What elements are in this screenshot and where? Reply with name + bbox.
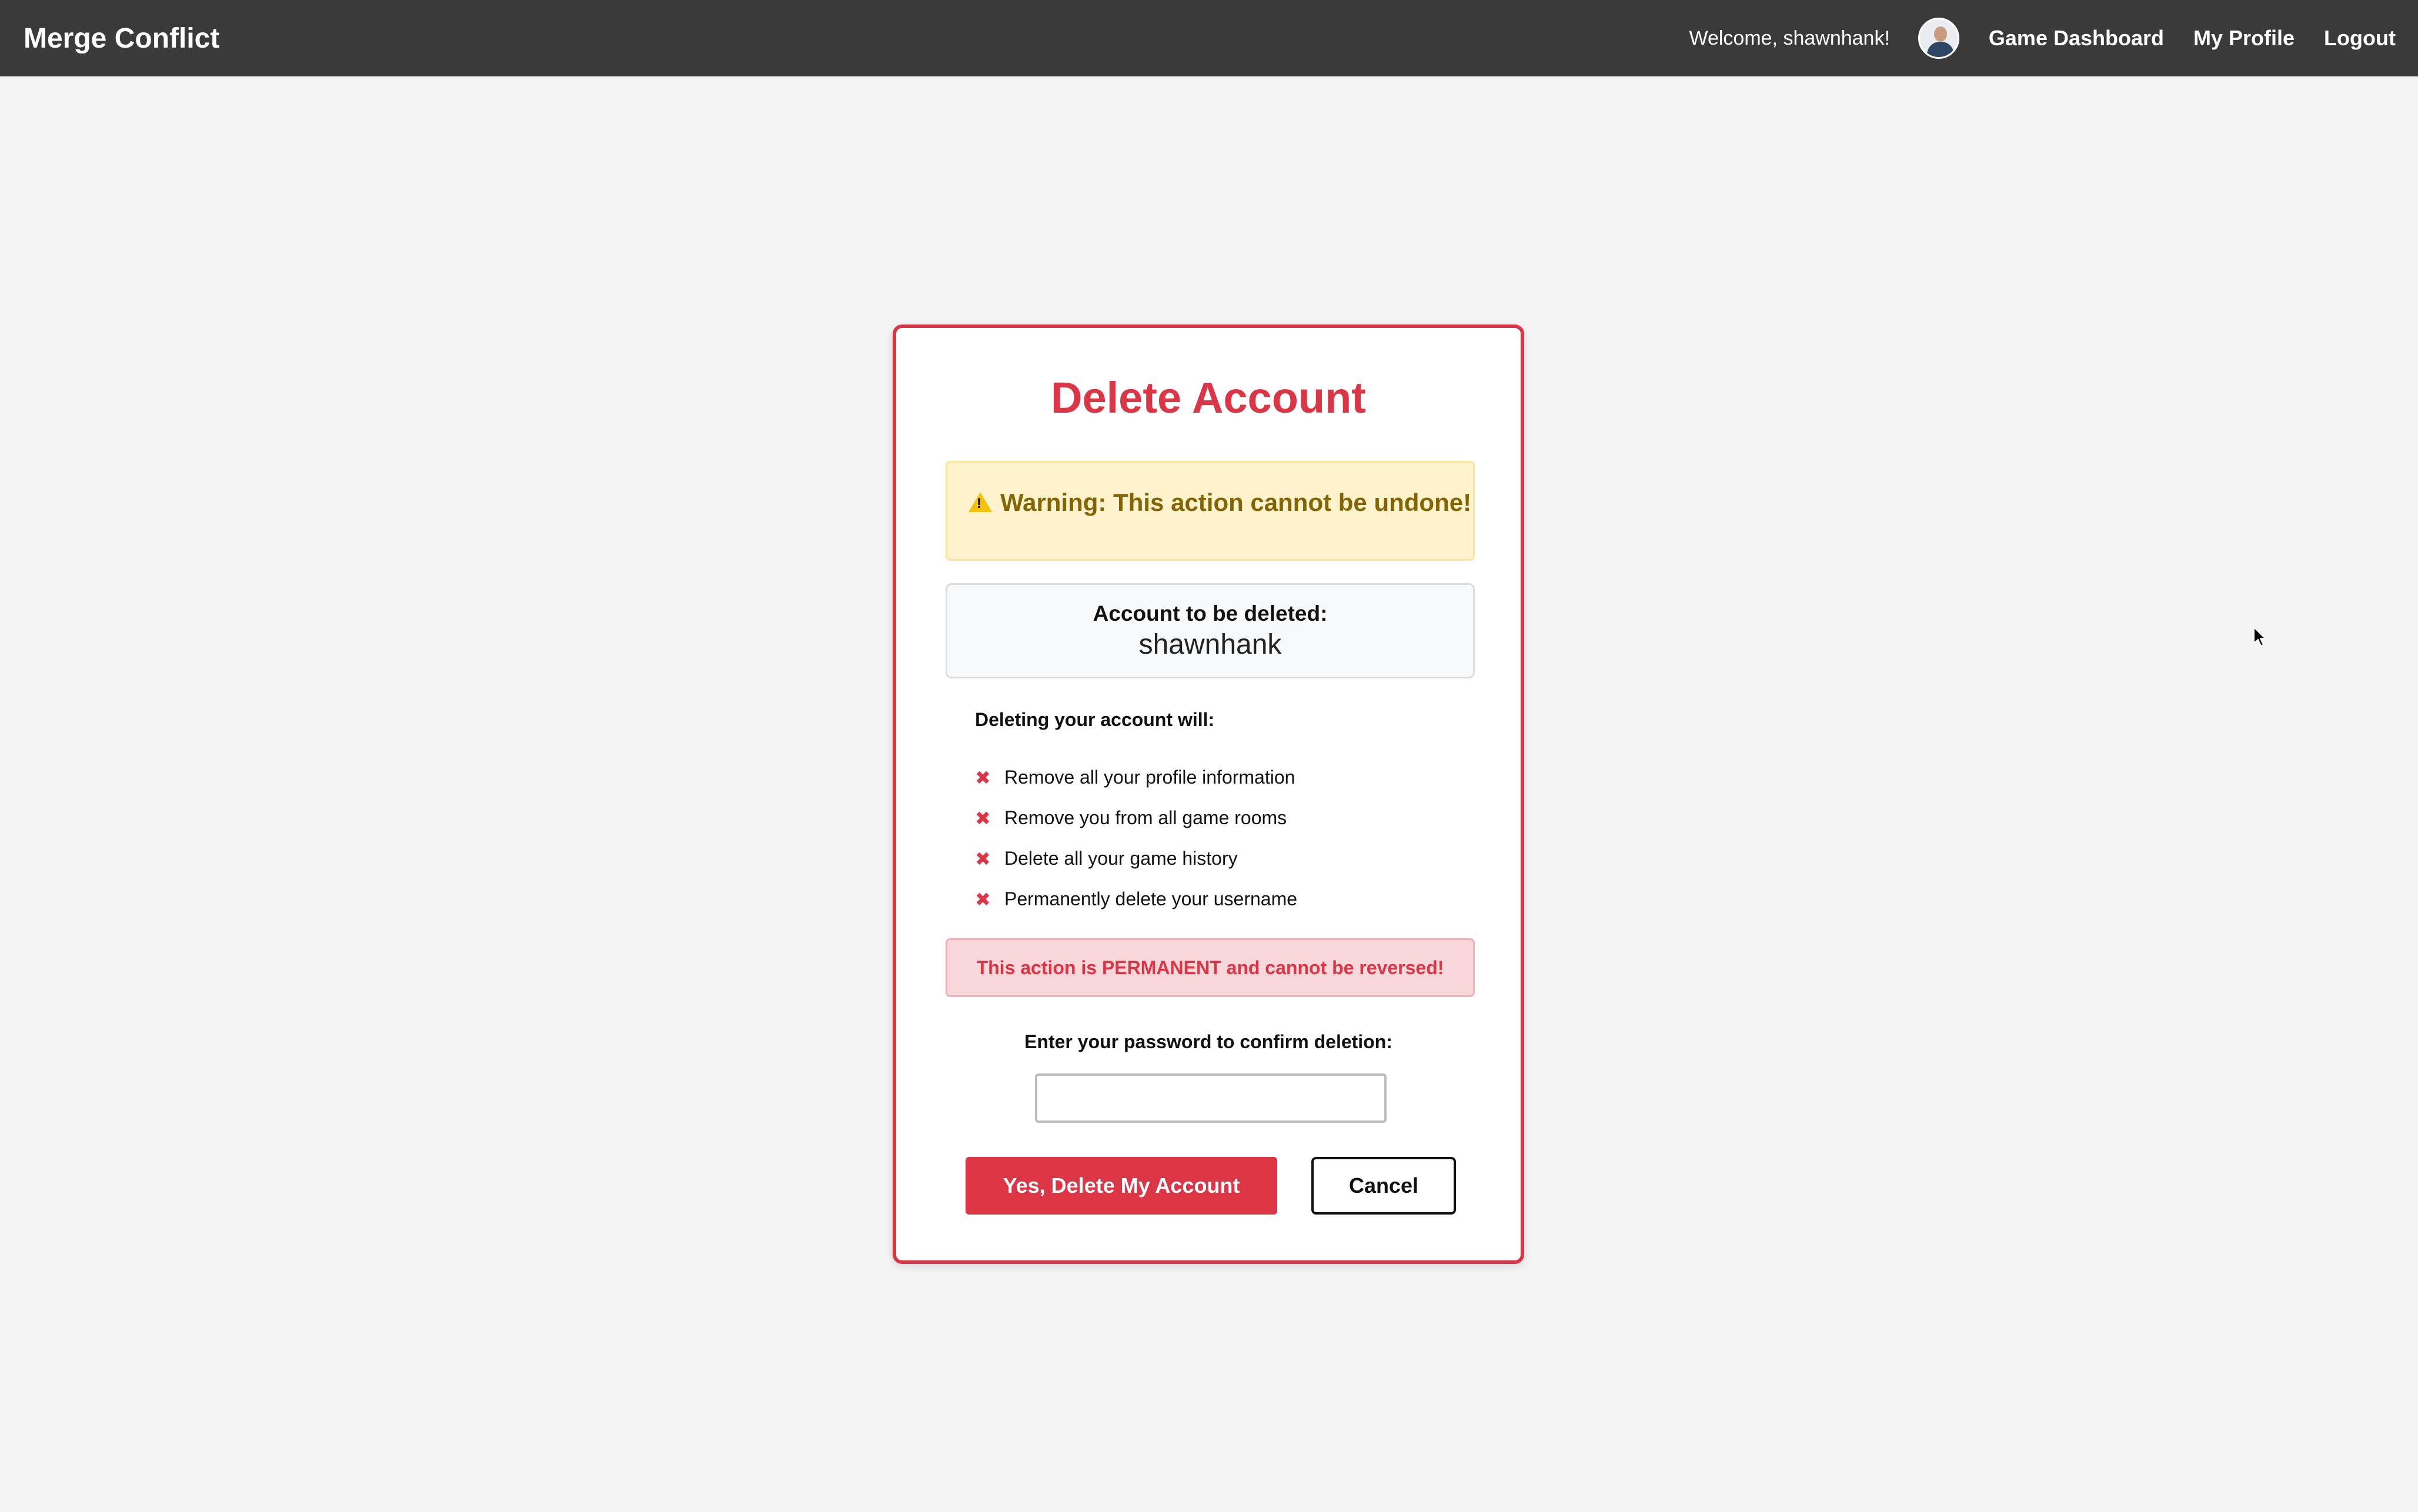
nav-link-game-dashboard[interactable]: Game Dashboard — [1989, 26, 2164, 51]
navbar-right: Welcome, shawnhank! Game Dashboard My Pr… — [1689, 18, 2396, 59]
consequence-text: Remove all your profile information — [1004, 767, 1295, 788]
confirm-delete-button[interactable]: Yes, Delete My Account — [966, 1157, 1277, 1215]
x-mark-icon: ✖ — [975, 807, 991, 829]
consequence-text: Remove you from all game rooms — [1004, 807, 1287, 828]
warning-triangle-icon — [968, 492, 992, 512]
password-input[interactable] — [1035, 1073, 1387, 1123]
avatar-head — [1933, 26, 1947, 42]
list-item: ✖ Delete all your game history — [975, 838, 1297, 879]
x-mark-icon: ✖ — [975, 888, 991, 910]
list-item: ✖ Permanently delete your username — [975, 879, 1297, 919]
warning-box: Warning: This action cannot be undone! — [946, 461, 1475, 561]
brand-logo-text[interactable]: Merge Conflict — [24, 22, 219, 55]
consequences-list: ✖ Remove all your profile information ✖ Re… — [975, 757, 1297, 919]
password-label: Enter your password to confirm deletion: — [1024, 1031, 1392, 1052]
x-mark-icon: ✖ — [975, 848, 991, 869]
user-avatar[interactable] — [1918, 18, 1959, 59]
warning-text: Warning: This action cannot be undone! — [1000, 489, 1472, 516]
permanent-notice: This action is PERMANENT and cannot be r… — [946, 938, 1475, 997]
consequence-text: Permanently delete your username — [1004, 888, 1298, 909]
consequences-heading: Deleting your account will: — [975, 709, 1215, 730]
account-username: shawnhank — [1138, 629, 1282, 660]
avatar-body — [1926, 42, 1954, 57]
list-item: ✖ Remove you from all game rooms — [975, 798, 1297, 838]
top-navbar: Merge Conflict Welcome, shawnhank! Game … — [0, 0, 2418, 76]
account-label: Account to be deleted: — [1093, 601, 1328, 625]
nav-link-logout[interactable]: Logout — [2324, 26, 2396, 51]
page-title: Delete Account — [1051, 373, 1366, 422]
list-item: ✖ Remove all your profile information — [975, 757, 1297, 798]
x-mark-icon: ✖ — [975, 767, 991, 788]
nav-link-my-profile[interactable]: My Profile — [2193, 26, 2295, 51]
mouse-cursor-icon — [2253, 627, 2266, 647]
account-info-box: Account to be deleted: shawnhank — [946, 583, 1475, 678]
cancel-button[interactable]: Cancel — [1311, 1157, 1456, 1215]
consequence-text: Delete all your game history — [1004, 848, 1238, 869]
delete-account-card: Delete Account Warning: This action cann… — [893, 325, 1524, 1264]
welcome-message: Welcome, shawnhank! — [1689, 26, 1890, 49]
